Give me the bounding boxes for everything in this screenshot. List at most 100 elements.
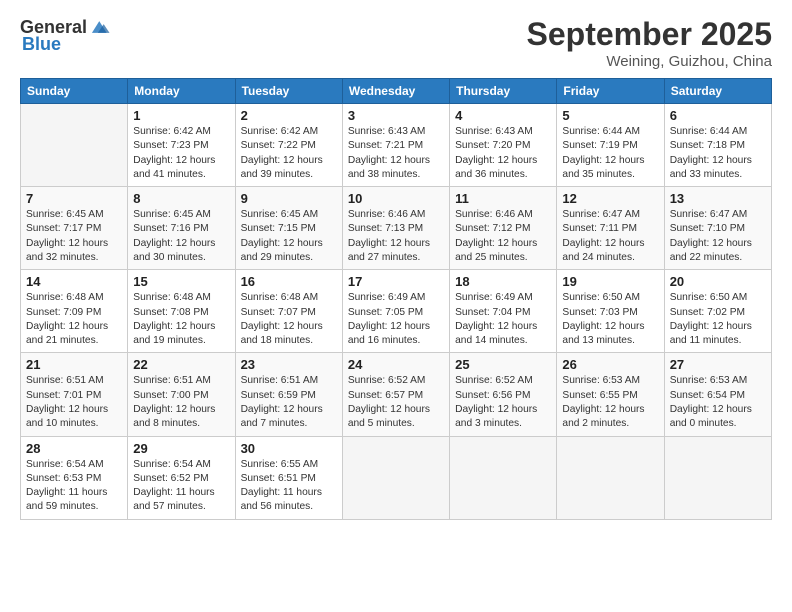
day-info: Sunrise: 6:48 AMSunset: 7:07 PMDaylight:… [241, 291, 337, 348]
day-info: Sunrise: 6:50 AMSunset: 7:02 PMDaylight:… [670, 291, 766, 348]
weekday-header-row: SundayMondayTuesdayWednesdayThursdayFrid… [21, 79, 772, 104]
title-block: September 2025 Weining, Guizhou, China [527, 16, 772, 70]
calendar-day-cell: 11 Sunrise: 6:46 AMSunset: 7:12 PMDayligh… [450, 187, 557, 270]
day-number: 20 [670, 274, 766, 289]
day-number: 23 [241, 357, 337, 372]
day-number: 2 [241, 108, 337, 123]
calendar-day-cell: 7Sunrise: 6:45 AMSunset: 7:17 PMDaylight… [21, 187, 128, 270]
day-info: Sunrise: 6:45 AMSunset: 7:16 PMDaylight:… [133, 208, 229, 265]
logo: General Blue [20, 16, 111, 55]
day-number: 30 [241, 441, 337, 456]
day-info: Sunrise: 6:44 AMSunset: 7:18 PMDaylight:… [670, 125, 766, 182]
day-number: 29 [133, 441, 229, 456]
calendar-week-row: 21Sunrise: 6:51 AMSunset: 7:01 PMDayligh… [21, 353, 772, 436]
weekday-header-cell: Wednesday [342, 79, 449, 104]
calendar-day-cell: 26 Sunrise: 6:53 AMSunset: 6:55 PMDayligh… [557, 353, 664, 436]
day-number: 18 [455, 274, 551, 289]
day-info: Sunrise: 6:48 AMSunset: 7:09 PMDaylight:… [26, 291, 122, 348]
calendar-day-cell: 28 Sunrise: 6:54 AMSunset: 6:53 PMDayligh… [21, 436, 128, 519]
day-info: Sunrise: 6:47 AMSunset: 7:10 PMDaylight:… [670, 208, 766, 265]
day-number: 26 [562, 357, 658, 372]
calendar-day-cell: 12Sunrise: 6:47 AMSunset: 7:11 PMDayligh… [557, 187, 664, 270]
calendar-day-cell: 25 Sunrise: 6:52 AMSunset: 6:56 PMDayligh… [450, 353, 557, 436]
day-info: Sunrise: 6:53 AMSunset: 6:54 PMDaylight:… [670, 374, 766, 431]
day-info: Sunrise: 6:50 AMSunset: 7:03 PMDaylight:… [562, 291, 658, 348]
calendar-day-cell: 16 Sunrise: 6:48 AMSunset: 7:07 PMDayligh… [235, 270, 342, 353]
day-number: 19 [562, 274, 658, 289]
day-info: Sunrise: 6:54 AMSunset: 6:52 PMDaylight:… [133, 458, 229, 515]
weekday-header-cell: Saturday [664, 79, 771, 104]
logo-blue-text: Blue [22, 34, 61, 55]
calendar-day-cell [342, 436, 449, 519]
day-number: 16 [241, 274, 337, 289]
calendar-day-cell: 27 Sunrise: 6:53 AMSunset: 6:54 PMDayligh… [664, 353, 771, 436]
location-title: Weining, Guizhou, China [527, 53, 772, 70]
day-info: Sunrise: 6:52 AMSunset: 6:56 PMDaylight:… [455, 374, 551, 431]
day-number: 11 [455, 191, 551, 206]
day-info: Sunrise: 6:48 AMSunset: 7:08 PMDaylight:… [133, 291, 229, 348]
day-number: 8 [133, 191, 229, 206]
calendar-day-cell: 13 Sunrise: 6:47 AMSunset: 7:10 PMDayligh… [664, 187, 771, 270]
calendar-week-row: 7Sunrise: 6:45 AMSunset: 7:17 PMDaylight… [21, 187, 772, 270]
day-number: 22 [133, 357, 229, 372]
weekday-header-cell: Sunday [21, 79, 128, 104]
calendar-day-cell [450, 436, 557, 519]
day-number: 7 [26, 191, 122, 206]
calendar-day-cell: 29 Sunrise: 6:54 AMSunset: 6:52 PMDayligh… [128, 436, 235, 519]
calendar-day-cell: 20 Sunrise: 6:50 AMSunset: 7:02 PMDayligh… [664, 270, 771, 353]
day-info: Sunrise: 6:51 AMSunset: 7:00 PMDaylight:… [133, 374, 229, 431]
day-info: Sunrise: 6:46 AMSunset: 7:13 PMDaylight:… [348, 208, 444, 265]
day-info: Sunrise: 6:46 AMSunset: 7:12 PMDaylight:… [455, 208, 551, 265]
day-number: 25 [455, 357, 551, 372]
day-number: 14 [26, 274, 122, 289]
calendar-body: 1Sunrise: 6:42 AMSunset: 7:23 PMDaylight… [21, 104, 772, 520]
calendar-day-cell [557, 436, 664, 519]
weekday-header-cell: Tuesday [235, 79, 342, 104]
day-number: 27 [670, 357, 766, 372]
calendar-day-cell: 3 Sunrise: 6:43 AMSunset: 7:21 PMDaylight… [342, 104, 449, 187]
calendar-day-cell: 15Sunrise: 6:48 AMSunset: 7:08 PMDayligh… [128, 270, 235, 353]
calendar-week-row: 1Sunrise: 6:42 AMSunset: 7:23 PMDaylight… [21, 104, 772, 187]
day-number: 13 [670, 191, 766, 206]
calendar-day-cell: 23 Sunrise: 6:51 AMSunset: 6:59 PMDayligh… [235, 353, 342, 436]
day-info: Sunrise: 6:51 AMSunset: 6:59 PMDaylight:… [241, 374, 337, 431]
month-title: September 2025 [527, 16, 772, 53]
day-info: Sunrise: 6:47 AMSunset: 7:11 PMDaylight:… [562, 208, 658, 265]
calendar-week-row: 28 Sunrise: 6:54 AMSunset: 6:53 PMDayligh… [21, 436, 772, 519]
calendar-day-cell: 4 Sunrise: 6:43 AMSunset: 7:20 PMDaylight… [450, 104, 557, 187]
calendar-day-cell: 14 Sunrise: 6:48 AMSunset: 7:09 PMDayligh… [21, 270, 128, 353]
calendar-day-cell: 24Sunrise: 6:52 AMSunset: 6:57 PMDayligh… [342, 353, 449, 436]
calendar-day-cell [21, 104, 128, 187]
day-number: 17 [348, 274, 444, 289]
day-info: Sunrise: 6:42 AMSunset: 7:22 PMDaylight:… [241, 125, 337, 182]
weekday-header-cell: Monday [128, 79, 235, 104]
calendar-day-cell: 5Sunrise: 6:44 AMSunset: 7:19 PMDaylight… [557, 104, 664, 187]
day-info: Sunrise: 6:43 AMSunset: 7:20 PMDaylight:… [455, 125, 551, 182]
calendar-day-cell: 21Sunrise: 6:51 AMSunset: 7:01 PMDayligh… [21, 353, 128, 436]
day-number: 28 [26, 441, 122, 456]
day-number: 3 [348, 108, 444, 123]
calendar-day-cell: 30Sunrise: 6:55 AMSunset: 6:51 PMDayligh… [235, 436, 342, 519]
calendar-day-cell: 8 Sunrise: 6:45 AMSunset: 7:16 PMDaylight… [128, 187, 235, 270]
calendar-day-cell: 10Sunrise: 6:46 AMSunset: 7:13 PMDayligh… [342, 187, 449, 270]
calendar-day-cell [664, 436, 771, 519]
calendar-day-cell: 17 Sunrise: 6:49 AMSunset: 7:05 PMDayligh… [342, 270, 449, 353]
day-number: 9 [241, 191, 337, 206]
day-info: Sunrise: 6:49 AMSunset: 7:05 PMDaylight:… [348, 291, 444, 348]
calendar-day-cell: 18Sunrise: 6:49 AMSunset: 7:04 PMDayligh… [450, 270, 557, 353]
calendar-table: SundayMondayTuesdayWednesdayThursdayFrid… [20, 78, 772, 520]
day-number: 4 [455, 108, 551, 123]
day-info: Sunrise: 6:43 AMSunset: 7:21 PMDaylight:… [348, 125, 444, 182]
day-number: 5 [562, 108, 658, 123]
day-number: 21 [26, 357, 122, 372]
day-info: Sunrise: 6:53 AMSunset: 6:55 PMDaylight:… [562, 374, 658, 431]
logo-icon [89, 16, 111, 38]
day-number: 6 [670, 108, 766, 123]
calendar-day-cell: 1Sunrise: 6:42 AMSunset: 7:23 PMDaylight… [128, 104, 235, 187]
day-number: 24 [348, 357, 444, 372]
weekday-header-cell: Thursday [450, 79, 557, 104]
day-info: Sunrise: 6:45 AMSunset: 7:15 PMDaylight:… [241, 208, 337, 265]
calendar-header: SundayMondayTuesdayWednesdayThursdayFrid… [21, 79, 772, 104]
day-info: Sunrise: 6:54 AMSunset: 6:53 PMDaylight:… [26, 458, 122, 515]
page-header: General Blue September 2025 Weining, Gui… [20, 16, 772, 70]
